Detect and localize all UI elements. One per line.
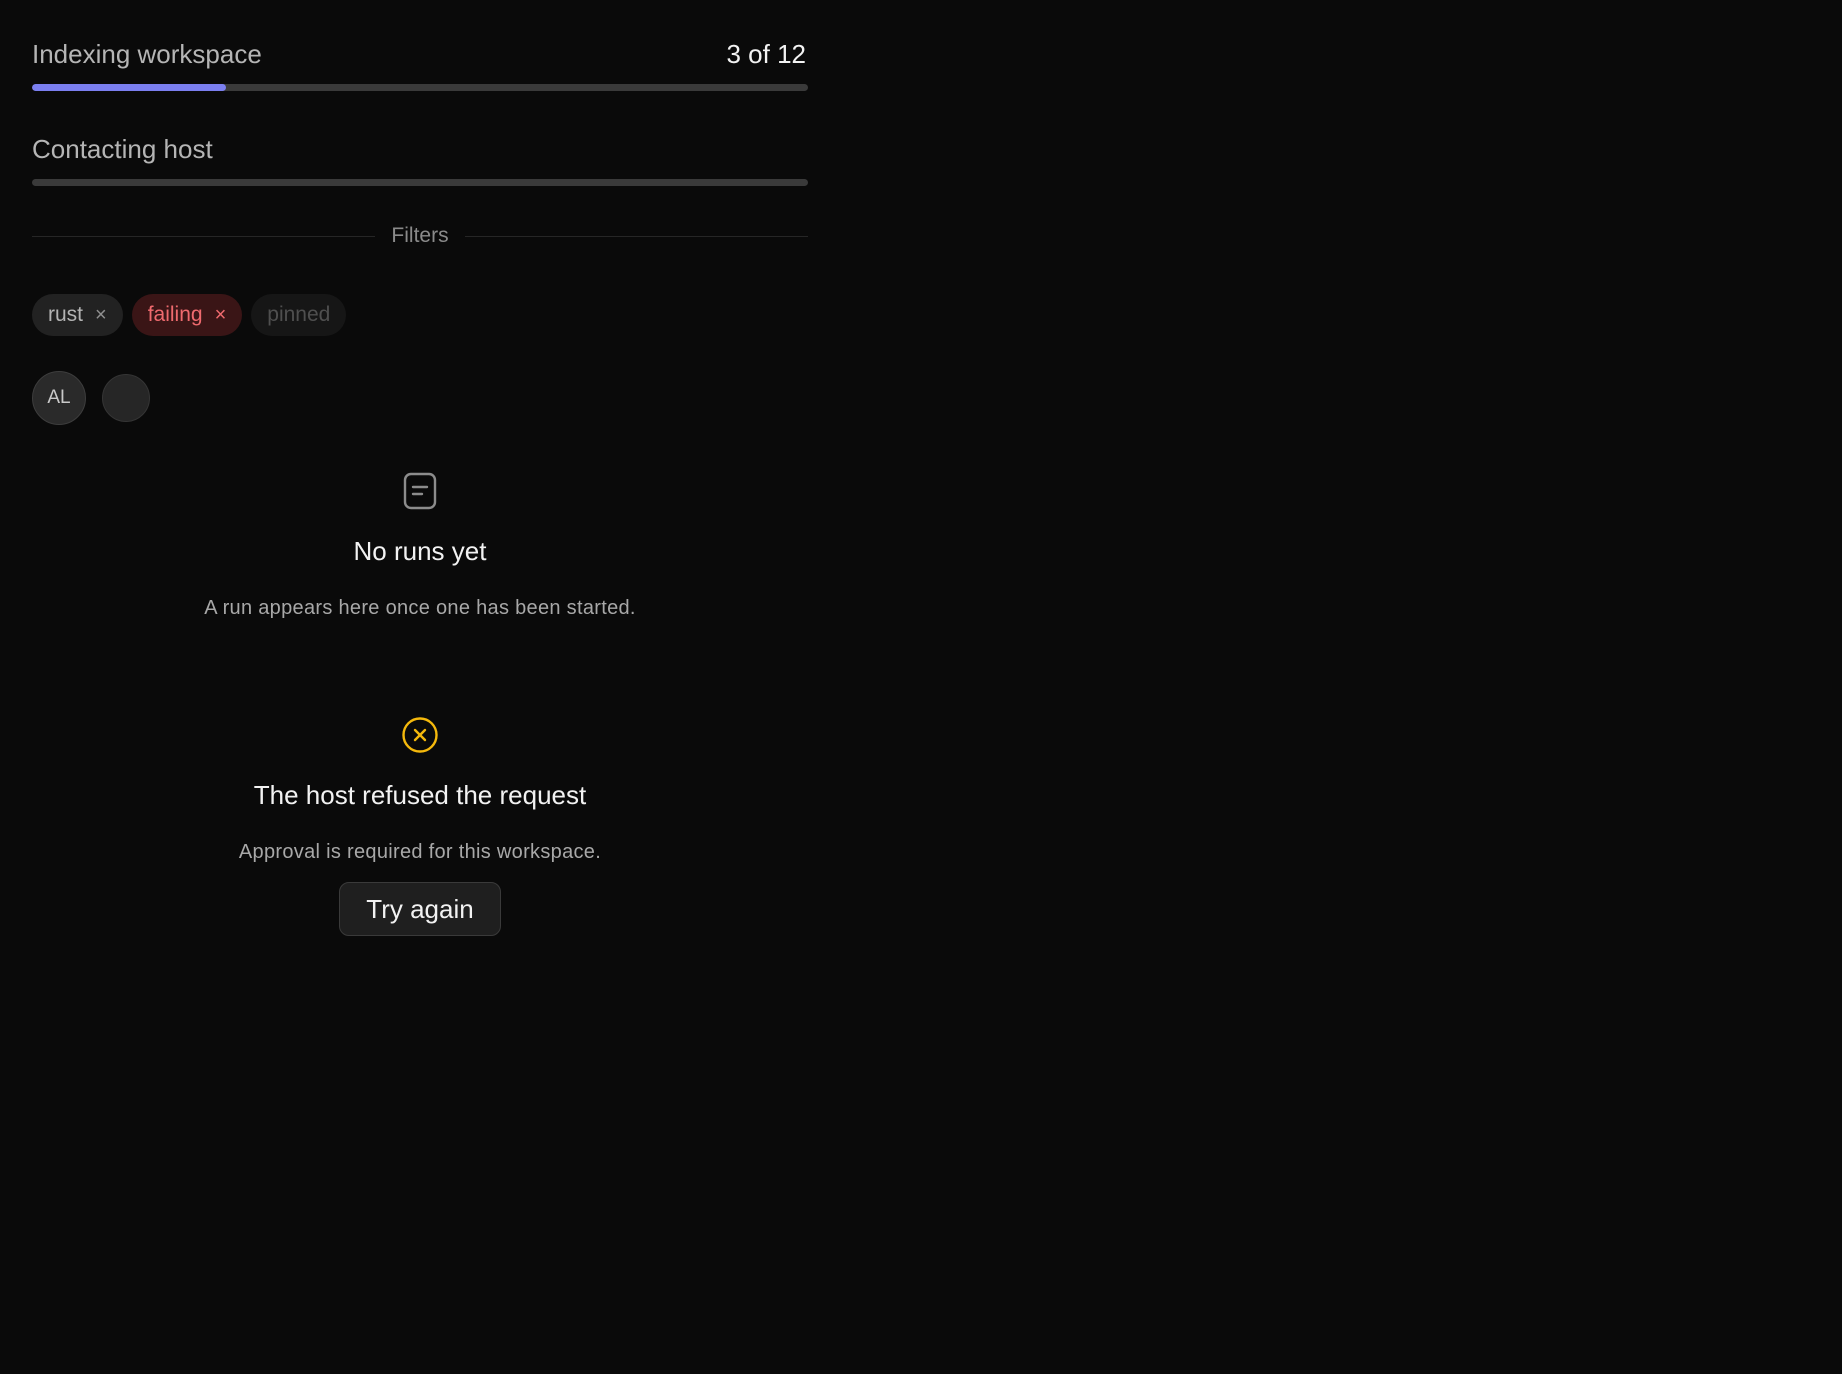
- error-state: The host refused the request Approval is…: [32, 716, 808, 936]
- avatar-group: AL: [32, 370, 808, 426]
- x-circle-icon: [32, 716, 808, 754]
- remove-chip-icon[interactable]: ×: [215, 305, 227, 325]
- filter-chips: rust × failing × pinned: [32, 294, 808, 336]
- error-state-title: The host refused the request: [253, 780, 587, 810]
- progress-title: Indexing workspace: [32, 38, 262, 69]
- status-panel: Indexing workspace 3 of 12 Contacting ho…: [32, 0, 809, 936]
- filters-divider: Filters: [32, 224, 809, 248]
- progress-count: 3 of 12: [726, 38, 806, 69]
- try-again-button[interactable]: Try again: [339, 882, 501, 936]
- filters-label: Filters: [391, 224, 449, 247]
- avatar-placeholder[interactable]: [102, 374, 150, 422]
- progress-track: [32, 84, 808, 91]
- chip-label: rust: [48, 303, 84, 326]
- filter-chip-pinned: pinned: [251, 294, 347, 336]
- empty-state: No runs yet A run appears here once one …: [32, 472, 808, 620]
- progress-contacting-host: Contacting host: [32, 129, 808, 186]
- progress-indexing: Indexing workspace 3 of 12: [32, 34, 808, 91]
- progress-title: Contacting host: [32, 133, 213, 164]
- avatar[interactable]: AL: [32, 371, 86, 425]
- empty-state-description: A run appears here once one has been sta…: [204, 597, 636, 619]
- progress-fill: [32, 84, 226, 91]
- filter-chip-failing[interactable]: failing ×: [131, 294, 243, 336]
- filter-chip-rust[interactable]: rust ×: [32, 294, 123, 336]
- remove-chip-icon[interactable]: ×: [95, 305, 107, 325]
- avatar-initials: AL: [47, 387, 71, 408]
- chip-label: pinned: [267, 303, 331, 326]
- progress-track: [32, 179, 808, 186]
- error-state-description: Approval is required for this workspace.: [238, 841, 602, 863]
- chip-label: failing: [147, 303, 203, 326]
- empty-state-title: No runs yet: [353, 536, 487, 566]
- document-icon: [32, 472, 808, 510]
- divider-line: [464, 235, 809, 237]
- divider-line: [32, 235, 376, 237]
